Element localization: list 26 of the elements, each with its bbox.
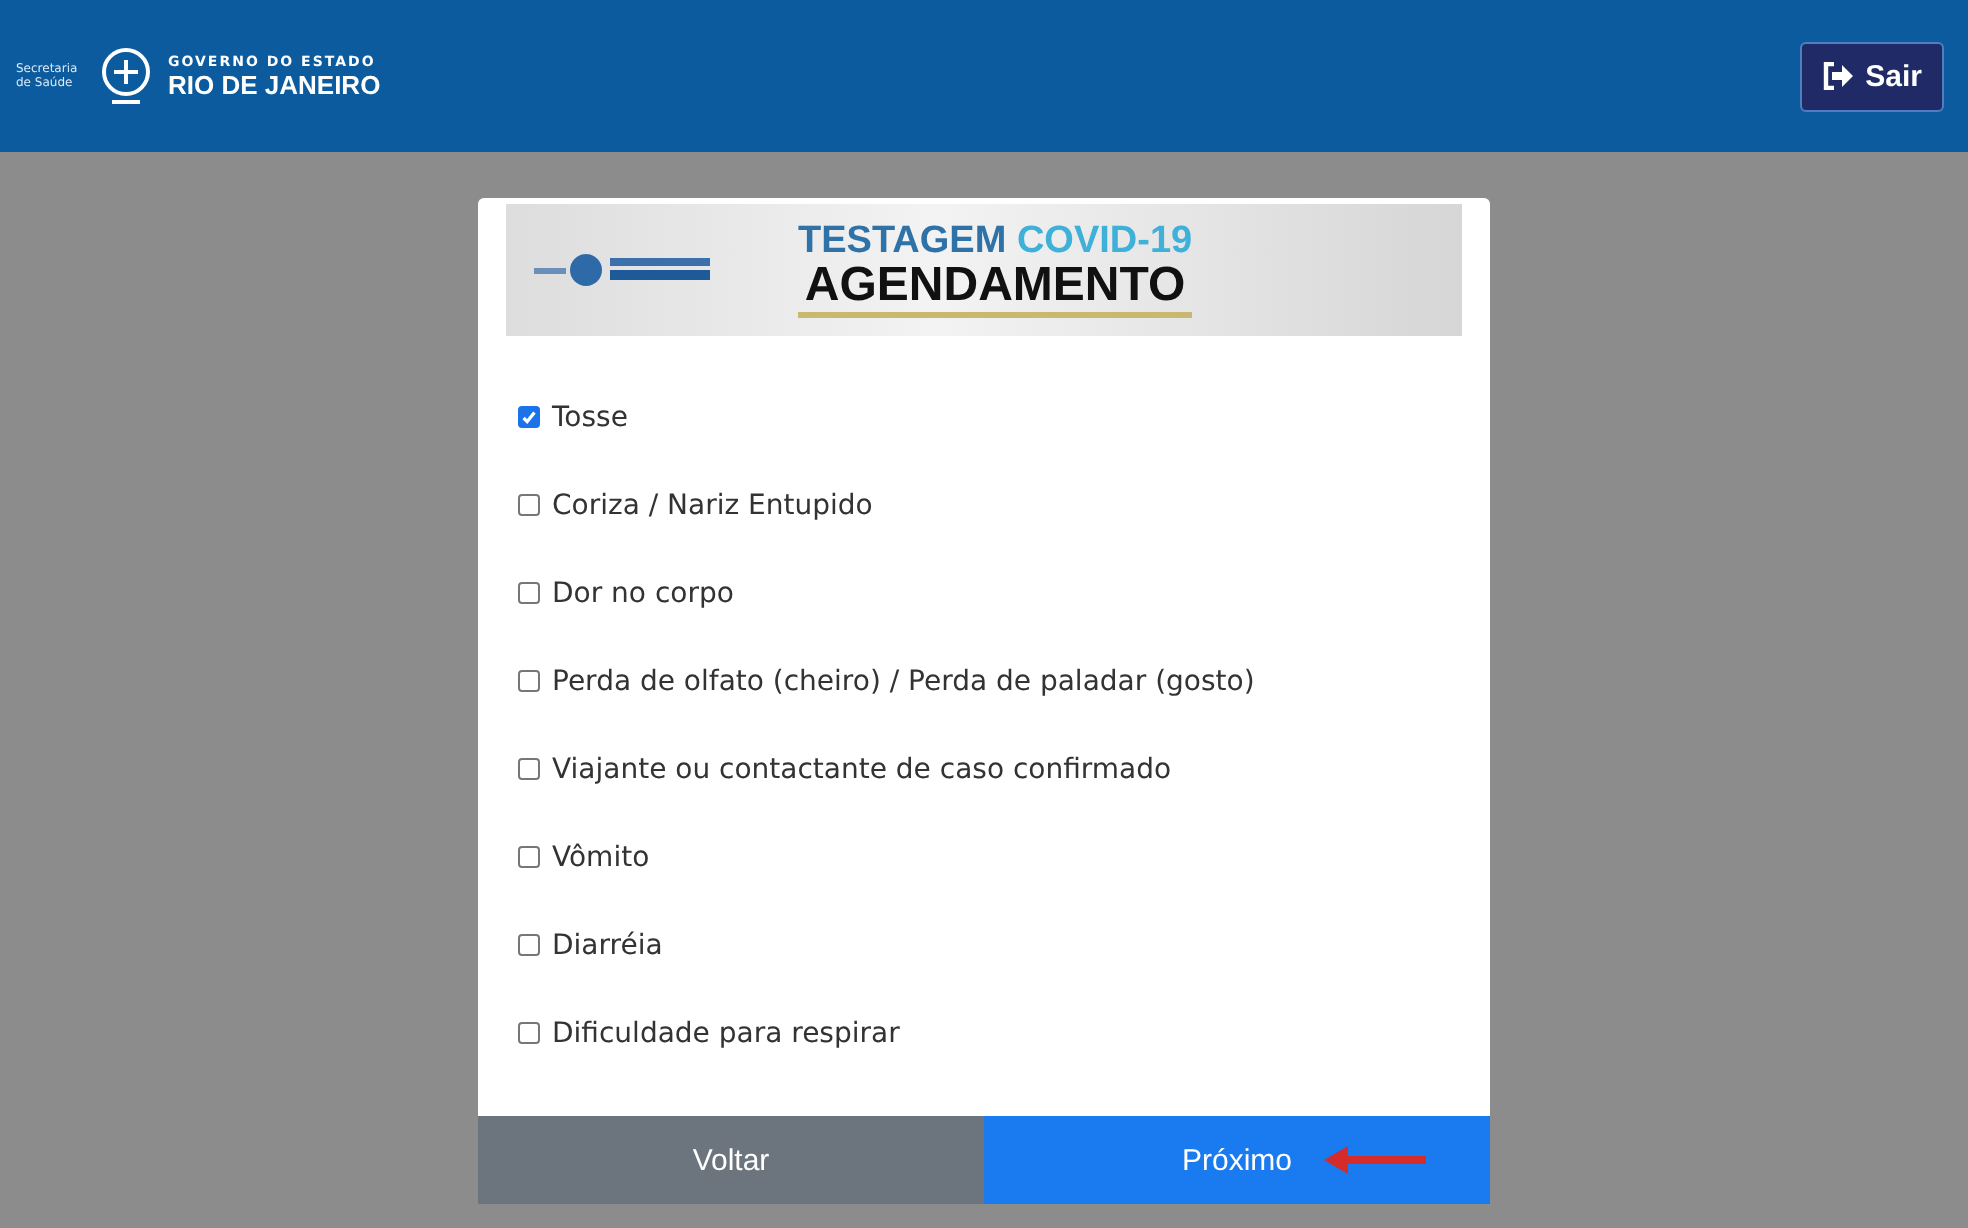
arrow-icon — [1322, 1144, 1430, 1176]
checkbox[interactable] — [518, 758, 540, 780]
checkbox-label: Coriza / Nariz Entupido — [552, 489, 873, 521]
checkbox[interactable] — [518, 582, 540, 604]
banner-title: TESTAGEM — [798, 219, 1007, 262]
checkbox[interactable] — [518, 406, 540, 428]
checkbox-label: Vômito — [552, 841, 650, 873]
checkbox-label: Dificuldade para respirar — [552, 1017, 900, 1049]
crest-icon — [96, 42, 156, 110]
checkbox-label: Tosse — [552, 401, 628, 433]
next-button[interactable]: Próximo — [984, 1116, 1490, 1204]
checkbox[interactable] — [518, 1022, 540, 1044]
checkbox-label: Viajante ou contactante de caso confirmado — [552, 753, 1172, 785]
checkbox-label: Diarréia — [552, 929, 663, 961]
banner-subtitle: AGENDAMENTO — [804, 259, 1186, 313]
checkbox-label: Perda de olfato (cheiro) / Perda de paladar (gosto) — [552, 665, 1255, 697]
checkbox[interactable] — [518, 670, 540, 692]
checkbox-label: Dor no corpo — [552, 577, 734, 609]
exit-button[interactable]: Sair — [1799, 41, 1944, 111]
state-name: RIO DE JANEIRO — [168, 69, 381, 99]
checkbox[interactable] — [518, 846, 540, 868]
checkbox[interactable] — [518, 494, 540, 516]
exit-icon — [1821, 62, 1854, 90]
checkbox[interactable] — [518, 934, 540, 956]
back-button[interactable]: Voltar — [478, 1116, 984, 1204]
banner-title-highlight: COVID-19 — [1016, 219, 1193, 262]
